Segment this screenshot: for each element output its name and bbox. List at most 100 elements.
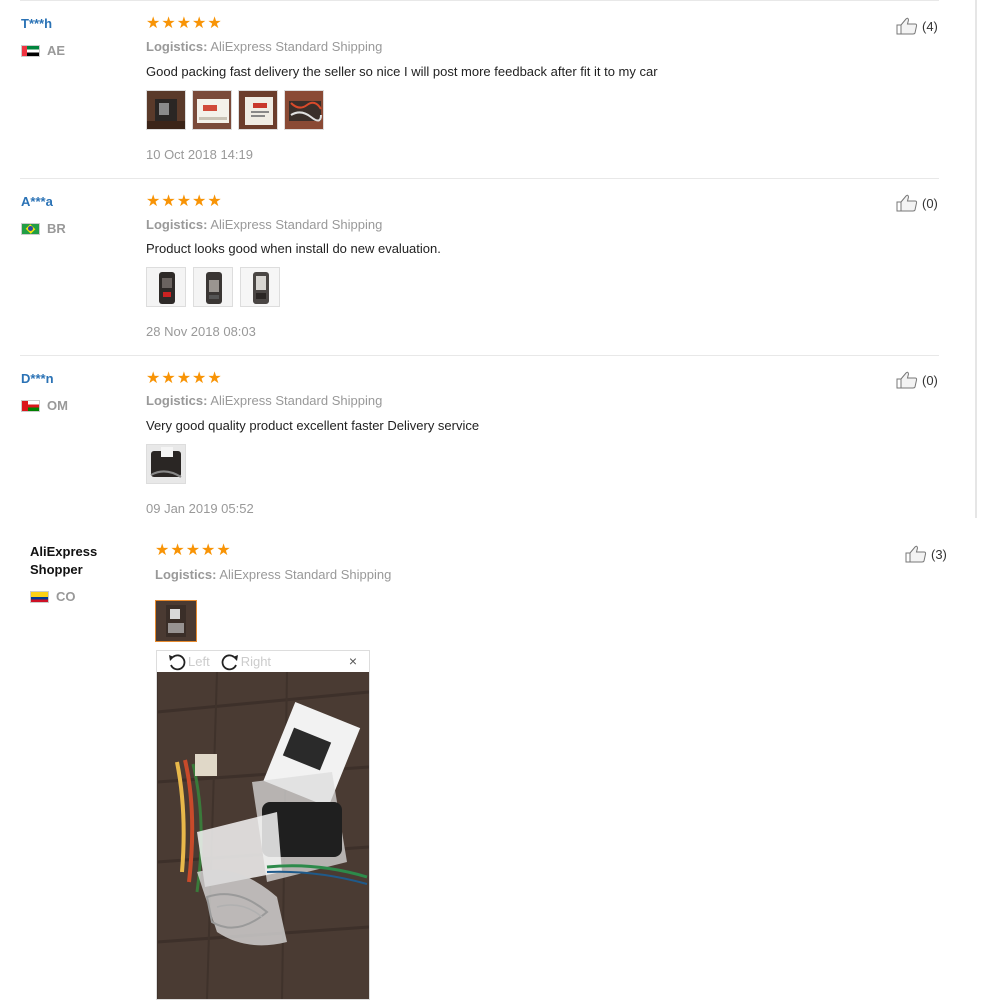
star-icon: ★: [146, 370, 161, 387]
star-icon: ★: [155, 542, 170, 559]
country-code: CO: [56, 589, 76, 604]
review-photo-thumbnail[interactable]: [240, 267, 280, 307]
review-photo-thumbnail[interactable]: [146, 267, 186, 307]
review-photo-thumbnail[interactable]: [284, 90, 324, 130]
helpful-button[interactable]: (0): [896, 371, 938, 389]
star-icon: ★: [207, 370, 222, 387]
thumbs-up-icon: [905, 545, 927, 563]
star-icon: ★: [216, 542, 231, 559]
review-photo-thumbnail[interactable]: [146, 444, 186, 484]
logistics-info: Logistics: AliExpress Standard Shipping: [146, 39, 382, 54]
helpful-button[interactable]: (0): [896, 194, 938, 212]
star-rating: ★ ★ ★ ★ ★: [155, 543, 231, 559]
helpful-button[interactable]: (3): [905, 545, 947, 563]
review-photos: [155, 600, 197, 642]
review-text: Product looks good when install do new e…: [146, 241, 441, 256]
logistics-label: Logistics:: [146, 39, 208, 54]
star-icon: ★: [161, 370, 176, 387]
rotate-left-icon: [169, 653, 186, 670]
review-date: 10 Oct 2018 14:19: [146, 147, 253, 162]
star-icon: ★: [146, 15, 161, 32]
star-icon: ★: [192, 193, 207, 210]
logistics-value: AliExpress Standard Shipping: [210, 393, 383, 408]
reviewer-country: OM: [21, 398, 68, 413]
star-icon: ★: [161, 15, 176, 32]
star-icon: ★: [161, 193, 176, 210]
star-icon: ★: [176, 370, 192, 387]
divider: [20, 0, 939, 1]
star-rating: ★ ★ ★ ★ ★: [146, 371, 222, 387]
review-item: AliExpress Shopper CO ★ ★ ★ ★ ★ Logistics: A…: [0, 518, 975, 1000]
reviewer-name[interactable]: AliExpress Shopper: [30, 543, 140, 579]
helpful-count: (0): [922, 372, 938, 388]
review-photo-thumbnail[interactable]: [193, 267, 233, 307]
country-code: AE: [47, 43, 66, 58]
star-icon: ★: [146, 193, 161, 210]
review-text: Very good quality product excellent fast…: [146, 418, 480, 433]
photo-viewer: Left Right ×: [156, 650, 370, 1000]
review-photos: [146, 90, 324, 130]
thumbs-up-icon: [896, 194, 918, 212]
reviewer-country: CO: [30, 589, 76, 604]
review-photo-thumbnail[interactable]: [238, 90, 278, 130]
reviewer-country: AE: [21, 43, 65, 58]
helpful-count: (3): [931, 546, 947, 562]
country-code: OM: [47, 398, 68, 413]
reviewer-name[interactable]: T***h: [21, 16, 52, 31]
star-icon: ★: [192, 15, 207, 32]
review-item: T***h AE ★ ★ ★ ★ ★ Logistics: AliExpress Sta…: [0, 0, 975, 178]
reviewer-name[interactable]: A***a: [21, 194, 53, 209]
star-rating: ★ ★ ★ ★ ★: [146, 16, 222, 32]
helpful-count: (0): [922, 195, 938, 211]
rotate-right-icon: [221, 653, 238, 670]
star-icon: ★: [201, 542, 216, 559]
review-text: Good packing fast delivery the seller so…: [146, 64, 658, 79]
rotate-right-button[interactable]: Right: [220, 653, 271, 671]
star-icon: ★: [192, 370, 207, 387]
review-photos: [146, 267, 280, 307]
logistics-label: Logistics:: [146, 393, 208, 408]
review-date: 09 Jan 2019 05:52: [146, 501, 254, 516]
review-photo-thumbnail[interactable]: [192, 90, 232, 130]
flag-co-icon: [30, 590, 49, 603]
logistics-value: AliExpress Standard Shipping: [210, 217, 383, 232]
logistics-label: Logistics:: [155, 567, 217, 582]
logistics-value: AliExpress Standard Shipping: [210, 39, 383, 54]
review-photos: [146, 444, 186, 484]
helpful-count: (4): [922, 18, 938, 34]
star-rating: ★ ★ ★ ★ ★: [146, 194, 222, 210]
logistics-info: Logistics: AliExpress Standard Shipping: [146, 217, 382, 232]
star-icon: ★: [185, 542, 201, 559]
flag-ae-icon: [21, 44, 40, 57]
divider: [20, 178, 939, 179]
review-photo-thumbnail[interactable]: [146, 90, 186, 130]
review-item: A***a BR ★ ★ ★ ★ ★ Logistics: AliExpress Sta…: [0, 178, 975, 355]
review-photo-large: [157, 672, 369, 999]
logistics-value: AliExpress Standard Shipping: [219, 567, 392, 582]
review-date: 28 Nov 2018 08:03: [146, 324, 256, 339]
helpful-button[interactable]: (4): [896, 17, 938, 35]
star-icon: ★: [207, 15, 222, 32]
star-icon: ★: [176, 15, 192, 32]
flag-om-icon: [21, 399, 40, 412]
star-icon: ★: [170, 542, 185, 559]
star-icon: ★: [207, 193, 222, 210]
thumbs-up-icon: [896, 17, 918, 35]
scrollbar-track[interactable]: [975, 0, 977, 518]
star-icon: ★: [176, 193, 192, 210]
thumbs-up-icon: [896, 371, 918, 389]
review-photo-thumbnail-active[interactable]: [155, 600, 197, 642]
close-icon[interactable]: ×: [349, 653, 357, 669]
rotate-right-label: Right: [240, 654, 272, 669]
rotate-left-button[interactable]: Left: [167, 653, 210, 671]
reviewer-country: BR: [21, 221, 66, 236]
country-code: BR: [47, 221, 66, 236]
flag-br-icon: [21, 222, 40, 235]
divider: [20, 355, 939, 356]
review-item: D***n OM ★ ★ ★ ★ ★ Logistics: AliExpress Sta…: [0, 355, 975, 518]
logistics-label: Logistics:: [146, 217, 208, 232]
photo-viewer-toolbar: Left Right ×: [157, 651, 369, 672]
logistics-info: Logistics: AliExpress Standard Shipping: [146, 393, 382, 408]
reviewer-name[interactable]: D***n: [21, 371, 54, 386]
rotate-left-label: Left: [188, 654, 210, 669]
